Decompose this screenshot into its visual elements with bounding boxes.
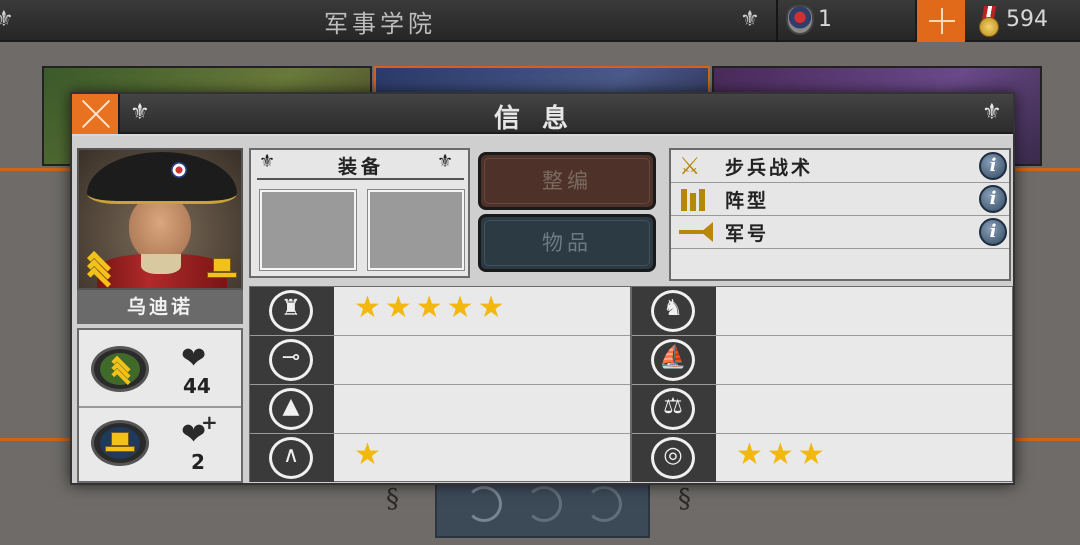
medal-icon [977, 6, 1001, 37]
hat-badge [91, 420, 149, 466]
attribute-row: ▲ [250, 385, 630, 434]
star-rating: ★★★ [736, 437, 829, 472]
skill-label: 阵型 [725, 190, 770, 212]
equipment-slot[interactable] [367, 189, 465, 271]
add-resource-button[interactable] [915, 0, 965, 42]
equipment-title: 装备 [337, 156, 384, 178]
march-icon: ∧ [269, 437, 313, 479]
skill-label: 步兵战术 [725, 157, 814, 179]
divider [257, 178, 464, 180]
skill-row[interactable]: 军号 i [671, 216, 1009, 249]
hat-badge-icon [105, 432, 135, 454]
dialog-body: 乌迪诺 ❤ 44 ❤ + 2 ⚜ 装备 ⚜ 整编 物品 ⚔ 步兵战术 i 阵型 … [72, 136, 1013, 483]
cavalry-icon: ♞ [651, 290, 695, 332]
fleur-de-lis-icon: ⚜ [259, 151, 276, 172]
cannon-icon: ⊸ [269, 339, 313, 381]
infantry-icon: ♜ [269, 290, 313, 332]
info-icon[interactable]: i [979, 185, 1007, 213]
attribute-row: ∧ ★ [250, 434, 630, 483]
heart-plus-icon: ❤ + [181, 410, 218, 452]
crossed-swords-icon: ⚔ [679, 152, 701, 180]
ornament-icon: § [386, 484, 399, 514]
info-dialog: ⚜ 信息 ⚜ 乌迪诺 ❤ 44 ❤ + 2 ⚜ 装备 ⚜ 整编 物品 ⚔ 步兵战… [70, 92, 1015, 485]
rank-chevron-icon [110, 355, 132, 388]
refresh-icon [526, 486, 562, 522]
skills-panel: ⚔ 步兵战术 i 阵型 i 军号 i [669, 148, 1011, 281]
attributes-right: ♞ ⛵ ⚖ ◎ ★★★ [631, 286, 1013, 482]
top-bar: ⚜ 军事学院 ⚜ 1 594 [0, 0, 1080, 42]
attribute-row: ⚖ [632, 385, 1012, 434]
refresh-icon [586, 486, 622, 522]
hat-badge-icon [207, 258, 237, 280]
star-rating: ★★★★★ [354, 290, 509, 325]
fleur-de-lis-icon: ⚜ [130, 100, 150, 125]
portrait-collar [141, 254, 181, 274]
attributes-left: ♜ ★★★★★ ⊸ ▲ ∧ ★ [249, 286, 631, 482]
fleur-de-lis-icon: ⚜ [0, 7, 14, 32]
fleur-de-lis-icon: ⚜ [437, 151, 454, 172]
heart-icon: ❤ [181, 341, 207, 376]
shield-count: 1 [818, 7, 832, 32]
skill-label: 军号 [725, 223, 770, 245]
officer-name: 乌迪诺 [77, 290, 243, 324]
fortification-icon: ▲ [269, 388, 313, 430]
fleur-de-lis-icon: ⚜ [982, 100, 1002, 125]
divider [79, 406, 241, 408]
formation-icon [679, 187, 711, 213]
star-rating: ★ [354, 437, 385, 472]
ship-icon: ⛵ [651, 339, 695, 381]
rank-badge [91, 346, 149, 392]
rank-chevron-icon [85, 250, 113, 288]
attribute-row: ◎ ★★★ [632, 434, 1012, 483]
info-icon[interactable]: i [979, 218, 1007, 246]
reorganize-button[interactable]: 整编 [478, 152, 656, 210]
officer-stats: ❤ 44 ❤ + 2 [77, 328, 243, 483]
attribute-row: ⛵ [632, 336, 1012, 385]
refresh-icon [466, 486, 502, 522]
attribute-row: ♞ [632, 287, 1012, 336]
health-bonus-value: 2 [191, 450, 205, 474]
screen-title: 军事学院 [324, 10, 436, 38]
officer-portrait [77, 148, 243, 290]
equipment-slot[interactable] [259, 189, 357, 271]
ornament-icon: § [678, 484, 691, 514]
attribute-row: ♜ ★★★★★ [250, 287, 630, 336]
dialog-header: ⚜ 信息 ⚜ [72, 94, 1013, 134]
shield-icon [786, 5, 814, 35]
fleur-de-lis-icon: ⚜ [740, 7, 760, 32]
skill-row[interactable]: 阵型 i [671, 183, 1009, 216]
dialog-title: 信息 [493, 104, 590, 134]
target-icon: ◎ [651, 437, 695, 479]
attribute-row: ⊸ [250, 336, 630, 385]
balance-icon: ⚖ [651, 388, 695, 430]
bugle-icon [679, 220, 713, 246]
info-icon[interactable]: i [979, 152, 1007, 180]
health-value: 44 [183, 374, 211, 398]
medal-count: 594 [1006, 7, 1048, 32]
portrait-hat [87, 152, 237, 204]
divider [776, 0, 778, 42]
equipment-panel: ⚜ 装备 ⚜ [249, 148, 470, 278]
items-button[interactable]: 物品 [478, 214, 656, 272]
portrait-face [129, 196, 191, 262]
close-button[interactable] [72, 94, 120, 134]
skill-row[interactable]: ⚔ 步兵战术 i [671, 150, 1009, 183]
